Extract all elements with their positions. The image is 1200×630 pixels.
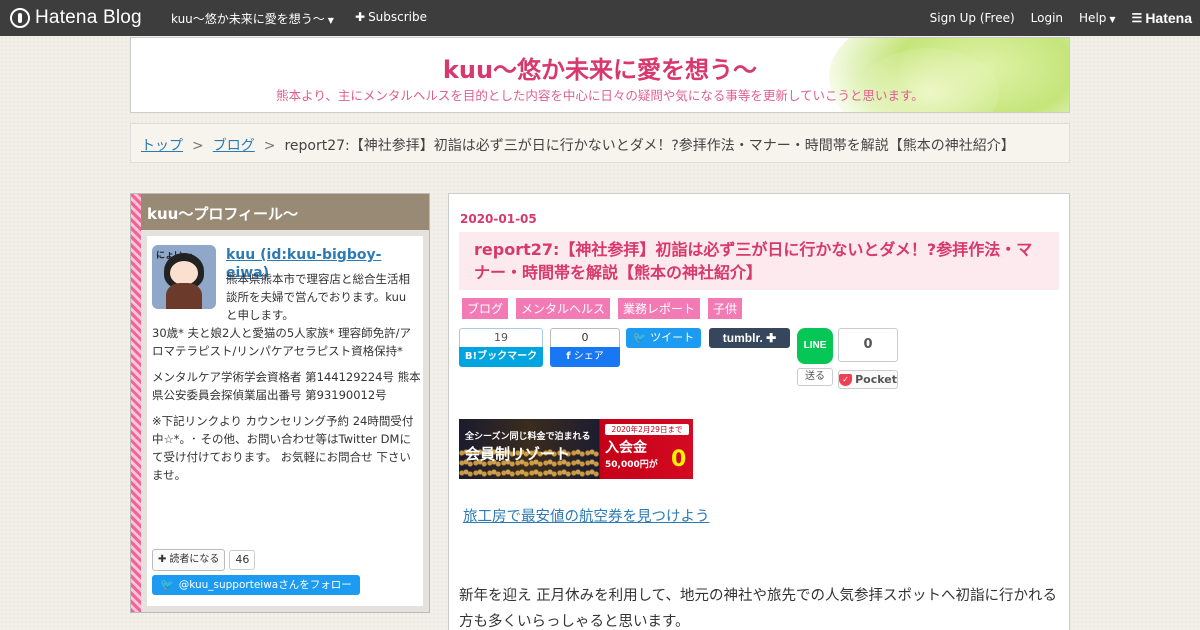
pocket-label-row: ✓ Pocket bbox=[838, 370, 898, 389]
reader-button-label: 読者になる bbox=[169, 554, 220, 565]
plus-icon: ✚ bbox=[355, 10, 366, 24]
sidebar-stripe bbox=[131, 194, 141, 612]
tweet-button[interactable]: 🐦 ツイート bbox=[626, 328, 701, 348]
facebook-share-row: f シェア bbox=[550, 347, 620, 367]
pocket-icon: ✓ bbox=[839, 373, 853, 386]
twitter-follow-button[interactable]: 🐦 @kuu_supporteiwaさんをフォロー bbox=[152, 575, 360, 595]
share-buttons: 19 B!ブックマーク 0 f シェア 🐦 ツイート tumblr. ✚ LIN… bbox=[459, 328, 1059, 390]
category-list: ブログ メンタルヘルス 業務レポート 子供 bbox=[462, 298, 743, 319]
profile-heading: kuu～プロフィール～ bbox=[141, 194, 429, 230]
facebook-share-button[interactable]: 0 f シェア bbox=[550, 328, 620, 367]
profile-paragraph: ※下記リンクより カウンセリング予約 24時間受付中☆*。･ その他、お問い合わ… bbox=[152, 414, 414, 482]
caret-down-icon: ▼ bbox=[1109, 15, 1116, 24]
help-label: Help bbox=[1079, 11, 1107, 25]
profile-frame: にょい～ kuu (id:kuu-bigboy-eiwa) 熊本県熊本市で理容店… bbox=[141, 230, 429, 612]
category-tag[interactable]: 業務レポート bbox=[618, 298, 701, 319]
blog-header: kuu～悠か未来に愛を想う～ 熊本より、主にメンタルヘルスを目的とした内容を中心… bbox=[130, 37, 1070, 113]
reader-count: 46 bbox=[229, 550, 256, 570]
ad-fee-label: 入会金 bbox=[605, 440, 647, 456]
post-date[interactable]: 2020-01-05 bbox=[460, 212, 537, 226]
breadcrumb-separator: > bbox=[192, 138, 204, 154]
pocket-count: 0 bbox=[838, 328, 898, 362]
breadcrumb-separator: > bbox=[263, 138, 276, 154]
tumblr-button[interactable]: tumblr. ✚ bbox=[709, 328, 790, 348]
global-header-right: Sign Up (Free) Login Help ▼ ☰ Hatena bbox=[930, 10, 1192, 26]
avatar[interactable]: にょい～ bbox=[152, 245, 216, 309]
hatena-blog-logo[interactable]: Hatena Blog bbox=[10, 6, 142, 30]
signup-link[interactable]: Sign Up (Free) bbox=[930, 11, 1015, 25]
ad-badge: 2020年2月29日まで bbox=[605, 424, 689, 435]
hatena-logo-icon: ☰ bbox=[1131, 11, 1143, 25]
plus-icon: ✚ bbox=[766, 331, 777, 345]
profile-paragraph: 30歳* 夫と娘2人と愛猫の5人家族* 理容師免許/アロマテラピスト/リンパケア… bbox=[152, 326, 411, 358]
subscribe-button[interactable]: ✚ Subscribe bbox=[355, 10, 427, 24]
reader-button[interactable]: ✚ 読者になる bbox=[152, 549, 226, 571]
blog-title[interactable]: kuu～悠か未来に愛を想う～ bbox=[131, 50, 1069, 85]
blog-description: 熊本より、主にメンタルヘルスを目的とした内容を中心に日々の疑問や気になる事等を更… bbox=[276, 88, 924, 103]
category-tag[interactable]: メンタルヘルス bbox=[516, 298, 611, 319]
line-button[interactable]: LINE bbox=[797, 328, 833, 364]
airline-ticket-link[interactable]: 旅工房で最安値の航空券を見つけよう bbox=[463, 505, 710, 526]
twitter-bird-icon: 🐦 bbox=[632, 331, 647, 344]
pocket-button[interactable]: 0 ✓ Pocket bbox=[838, 328, 898, 390]
facebook-icon: f bbox=[566, 351, 571, 362]
hatena-blog-logo-icon bbox=[10, 8, 30, 28]
tweet-label: ツイート bbox=[650, 331, 695, 344]
plus-icon: ✚ bbox=[158, 554, 167, 565]
article: 2020-01-05 report27:【神社参拝】初詣は必ず三が日に行かないと… bbox=[448, 193, 1070, 630]
logo-text: Hatena Blog bbox=[35, 7, 142, 28]
login-link[interactable]: Login bbox=[1031, 11, 1063, 25]
subscribe-label: Subscribe bbox=[368, 10, 428, 24]
blog-name-label: kuu～悠か未来に愛を想う～ bbox=[171, 12, 325, 26]
caret-down-icon: ▼ bbox=[327, 16, 334, 25]
ad-fee-was: 50,000円が bbox=[605, 460, 658, 470]
avatar-body bbox=[166, 283, 202, 309]
twitter-bird-icon: 🐦 bbox=[160, 578, 174, 591]
ad-line2: 会員制リゾート bbox=[465, 445, 571, 463]
pocket-label: Pocket bbox=[855, 373, 897, 386]
breadcrumb-current: report27:【神社参拝】初詣は必ず三が日に行かないとダメ！?参拝作法・マナ… bbox=[284, 138, 1015, 154]
hatena-bookmark-label: B!ブックマーク bbox=[459, 347, 543, 367]
avatar-caption: にょい～ bbox=[156, 251, 193, 261]
tumblr-label: tumblr. bbox=[722, 331, 763, 345]
post-body: 新年を迎え 正月休みを利用して、地元の神社や旅先での人気参拝スポットへ初詣に行か… bbox=[459, 588, 1057, 630]
post-title[interactable]: report27:【神社参拝】初詣は必ず三が日に行かないとダメ！?参拝作法・マナ… bbox=[459, 232, 1059, 290]
category-tag[interactable]: ブログ bbox=[462, 298, 509, 319]
help-menu[interactable]: Help ▼ bbox=[1079, 11, 1116, 25]
profile-intro: 熊本県熊本市で理容店と総合生活相談所を夫婦で営んでおります。kuuと申します。 bbox=[226, 272, 410, 322]
category-tag[interactable]: 子供 bbox=[708, 298, 743, 319]
profile-body: にょい～ kuu (id:kuu-bigboy-eiwa) 熊本県熊本市で理容店… bbox=[147, 236, 423, 606]
breadcrumb-top-link[interactable]: トップ bbox=[141, 138, 183, 154]
facebook-share-label: シェア bbox=[573, 351, 604, 362]
line-send-label[interactable]: 送る bbox=[797, 368, 833, 386]
hatena-logo-text: Hatena bbox=[1145, 10, 1192, 26]
global-header: Hatena Blog kuu～悠か未来に愛を想う～ ▼ ✚ Subscribe S… bbox=[0, 0, 1200, 36]
profile-module: kuu～プロフィール～ にょい～ kuu (id:kuu-bigboy-eiwa… bbox=[130, 193, 430, 613]
ad-fee-now: 0円 bbox=[671, 447, 693, 479]
hatena-logo[interactable]: ☰ Hatena bbox=[1132, 10, 1192, 26]
blog-name-menu[interactable]: kuu～悠か未来に愛を想う～ ▼ bbox=[171, 10, 334, 27]
facebook-share-count: 0 bbox=[550, 328, 620, 347]
profile-details: 30歳* 夫と娘2人と愛猫の5人家族* 理容師免許/アロマテラピスト/リンパケア… bbox=[152, 324, 422, 492]
ad-line1: 全シーズン同じ料金で泊まれる bbox=[465, 432, 591, 442]
twitter-follow-label: @kuu_supporteiwaさんをフォロー bbox=[178, 579, 352, 591]
hatena-bookmark-count: 19 bbox=[459, 328, 543, 347]
resort-ad-banner[interactable]: 全シーズン同じ料金で泊まれる 会員制リゾート 2020年2月29日まで 入会金 … bbox=[459, 419, 693, 479]
breadcrumb: トップ > ブログ > report27:【神社参拝】初詣は必ず三が日に行かないとダメ！… bbox=[130, 123, 1070, 163]
profile-paragraph: メンタルケア学術学会資格者 第144129224号 熊本県公安委員会探偵業届出番… bbox=[152, 370, 421, 402]
breadcrumb-blog-link[interactable]: ブログ bbox=[213, 138, 255, 154]
hatena-bookmark-button[interactable]: 19 B!ブックマーク bbox=[459, 328, 543, 367]
reader-subscribe: ✚ 読者になる 46 bbox=[152, 549, 256, 571]
